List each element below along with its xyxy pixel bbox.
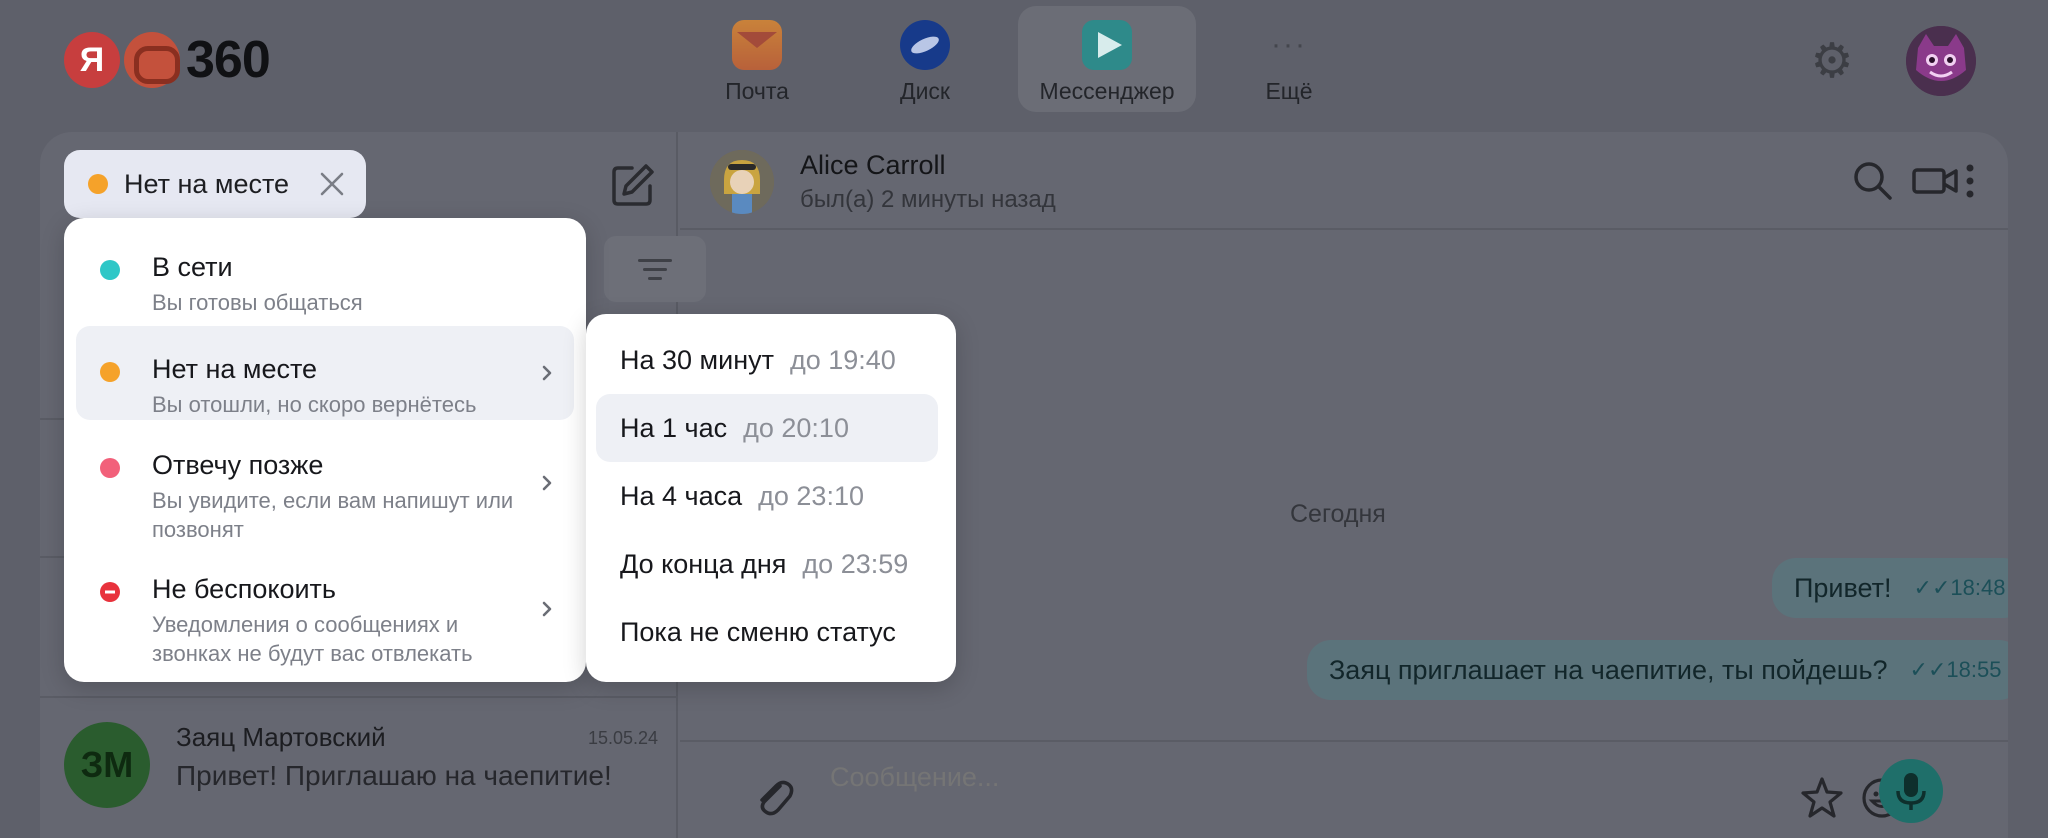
gear-icon[interactable]: ⚙ [1806,36,1858,88]
message-time: ✓✓18:48 [1914,575,2006,601]
message-text: Заяц приглашает на чаепитие, ты пойдешь? [1329,654,1888,685]
read-checks-icon: ✓✓ [1909,657,1947,682]
status-option-desc: Вы отошли, но скоро вернётесь [152,392,477,417]
status-option-title: В сети [152,252,233,282]
mail-icon [732,20,782,70]
close-icon[interactable] [318,170,346,198]
status-dot-away [100,362,120,382]
status-option-away[interactable]: Нет на месте Вы отошли, но скоро вернёте… [76,326,574,420]
message-composer [680,740,2008,838]
message-bubble[interactable]: Привет! ✓✓18:48 [1772,558,2008,618]
chat-header: Alice Carroll был(а) 2 минуты назад [680,132,2008,230]
away-duration-4h[interactable]: На 4 часа до 23:10 [596,462,938,530]
chevron-right-icon [538,364,556,382]
status-option-dnd[interactable]: Не беспокоить Уведомления о сообщениях и… [76,546,574,670]
status-option-online[interactable]: В сети Вы готовы общаться [76,224,574,315]
away-duration-submenu: На 30 минут до 19:40 На 1 час до 20:10 Н… [586,314,956,682]
app-mail-label: Почта [725,78,789,104]
chevron-right-icon [538,474,556,492]
duration-until: до 23:59 [802,548,909,579]
message-time: ✓✓18:55 [1910,657,2002,683]
message-time-value: 18:55 [1946,657,2002,682]
message-bubble[interactable]: Заяц приглашает на чаепитие, ты пойдешь?… [1307,640,2008,700]
more-vertical-icon[interactable] [1950,156,1990,206]
current-status-label: Нет на месте [124,168,290,199]
away-duration-end-of-day[interactable]: До конца дня до 23:59 [596,530,938,598]
status-option-title: Отвечу позже [152,450,324,480]
date-separator: Сегодня [1290,500,1386,528]
search-icon[interactable] [1848,156,1898,206]
app-more[interactable]: ··· Ещё [1200,6,1378,112]
away-duration-1h[interactable]: На 1 час до 20:10 [596,394,938,462]
chat-preview: Привет! Приглашаю на чаепитие! [176,760,612,791]
status-dot-online [100,260,120,280]
app-mail[interactable]: Почта [668,6,846,112]
star-icon[interactable] [1798,774,1846,822]
status-option-title: Не беспокоить [152,574,336,604]
do-not-disturb-icon [100,582,120,602]
message-text: Привет! [1794,572,1892,603]
disk-icon [900,20,950,70]
duration-label: На 1 час [620,412,728,443]
current-status-chip[interactable]: Нет на месте [64,150,366,218]
status-dot [88,174,108,194]
status-dot-later [100,458,120,478]
duration-until: до 19:40 [789,344,896,375]
filter-icon-line [648,276,662,280]
logo-360-text: 360 [186,31,271,89]
user-avatar[interactable] [1906,26,1976,96]
app-disk-label: Диск [900,78,950,104]
duration-until: до 20:10 [743,412,849,443]
away-duration-until-changed[interactable]: Пока не сменю статус [596,598,938,666]
attach-icon[interactable] [750,774,798,822]
status-menu: В сети Вы готовы общаться Нет на месте В… [64,218,586,682]
status-option-desc: Вы увидите, если вам напишут или позвоня… [152,488,514,542]
microphone-button[interactable] [1879,759,1943,823]
chat-avatar: ЗМ [64,722,150,808]
contact-avatar[interactable] [710,150,774,214]
app-disk[interactable]: Диск [836,6,1014,112]
chevron-right-icon [538,600,556,618]
duration-label: До конца дня [620,548,787,579]
yandex-360-logo[interactable]: Я 360 [64,30,271,90]
app-messenger[interactable]: Мессенджер [1018,6,1196,112]
top-bar: Я 360 Почта Диск Мессенджер ··· Ещё ⚙ [0,0,2048,132]
message-input[interactable] [830,762,1630,793]
duration-until: до 23:10 [758,480,864,511]
more-icon: ··· [1271,28,1307,61]
compose-icon[interactable] [610,162,656,208]
chat-name: Заяц Мартовский [176,722,386,752]
messenger-icon [1082,20,1132,70]
contact-name: Alice Carroll [800,150,946,180]
duration-label: На 4 часа [620,480,743,511]
status-option-title: Нет на месте [152,354,318,384]
away-duration-30min[interactable]: На 30 минут до 19:40 [596,326,938,394]
chat-date: 15.05.24 [588,728,659,748]
duration-label: Пока не сменю статус [620,616,896,647]
status-option-desc: Уведомления о сообщениях и звонках не бу… [152,612,473,666]
microphone-icon [1896,773,1926,810]
status-option-desc: Вы готовы общаться [152,290,363,315]
logo-ya-mark: Я [64,32,120,88]
app-more-label: Ещё [1265,78,1313,104]
message-time-value: 18:48 [1950,575,2006,600]
duration-label: На 30 минут [620,344,774,375]
app-messenger-label: Мессенджер [1039,78,1175,104]
filter-icon-line [643,267,667,271]
contact-last-seen: был(а) 2 минуты назад [800,186,1056,213]
status-option-later[interactable]: Отвечу позже Вы увидите, если вам напишу… [76,422,574,542]
read-checks-icon: ✓✓ [1913,575,1951,600]
logo-circles-mark [124,32,180,88]
filter-icon [638,258,672,262]
